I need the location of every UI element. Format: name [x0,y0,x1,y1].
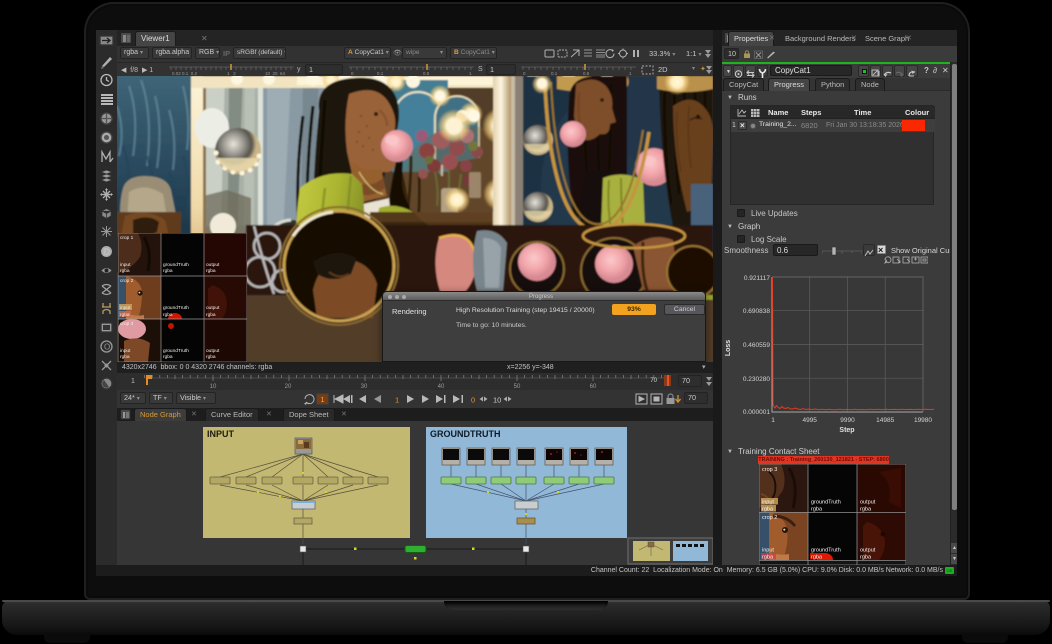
svg-text:0.921117: 0.921117 [744,275,771,282]
svg-text:output: output [860,500,876,506]
svg-text:groundTruth: groundTruth [811,500,841,506]
svg-text:1: 1 [131,378,135,385]
svg-text:70: 70 [650,378,657,384]
svg-text:rgba: rgba [120,354,130,360]
svg-text:output: output [206,305,220,311]
svg-text:O: O [104,343,110,352]
svg-text:INPUT: INPUT [207,429,235,439]
svg-text:D: D [104,247,111,257]
svg-text:4995: 4995 [802,417,817,424]
svg-text:rgba: rgba [811,555,823,561]
svg-text:1: 1 [395,396,399,405]
svg-text:rgba: rgba [163,312,173,318]
svg-text:groundTruth: groundTruth [811,548,841,554]
svg-text:groundTruth: groundTruth [163,262,189,268]
svg-text:input: input [120,262,131,268]
svg-text:rgba: rgba [811,507,823,513]
svg-text:crop 3: crop 3 [120,321,134,327]
svg-text:14985: 14985 [876,417,894,424]
svg-text:0.460559: 0.460559 [743,342,770,349]
svg-text:19980: 19980 [914,417,932,424]
svg-text:groundTruth: groundTruth [163,305,189,311]
svg-text:rgba: rgba [206,312,216,318]
svg-text:rgba: rgba [206,354,216,360]
svg-text:rgba: rgba [120,312,130,318]
svg-text:rgba: rgba [762,507,774,513]
svg-text:rgba: rgba [163,268,173,274]
svg-text:output: output [206,262,220,268]
svg-text:rgba: rgba [206,268,216,274]
svg-text:1: 1 [321,397,325,404]
svg-text:Loss: Loss [725,340,732,356]
svg-text:output: output [860,548,876,554]
svg-text:crop 1: crop 1 [120,235,134,241]
svg-text:input: input [762,500,774,506]
svg-text:input: input [120,305,131,311]
svg-text:crop 2: crop 2 [762,515,777,521]
svg-text:10: 10 [493,396,501,405]
svg-text:1: 1 [771,417,775,424]
svg-text:rgba: rgba [860,507,872,513]
svg-text:GROUNDTRUTH: GROUNDTRUTH [430,429,501,439]
svg-text:0.000001: 0.000001 [743,409,770,416]
svg-text:groundTruth: groundTruth [163,348,189,354]
svg-text:crop 2: crop 2 [120,278,134,284]
svg-text:0.230280: 0.230280 [743,376,770,383]
svg-text:input: input [762,548,774,554]
svg-text:0.690838: 0.690838 [743,308,770,315]
svg-text:crop 3: crop 3 [762,467,777,473]
svg-text:output: output [206,348,220,354]
svg-text:rgba: rgba [163,354,173,360]
svg-text:0: 0 [471,396,475,405]
svg-text:9990: 9990 [840,417,855,424]
svg-text:input: input [120,348,131,354]
svg-text:rgba: rgba [762,555,774,561]
svg-text:rgba: rgba [860,555,872,561]
svg-text:rgba: rgba [120,268,130,274]
svg-text:Step: Step [839,427,854,434]
